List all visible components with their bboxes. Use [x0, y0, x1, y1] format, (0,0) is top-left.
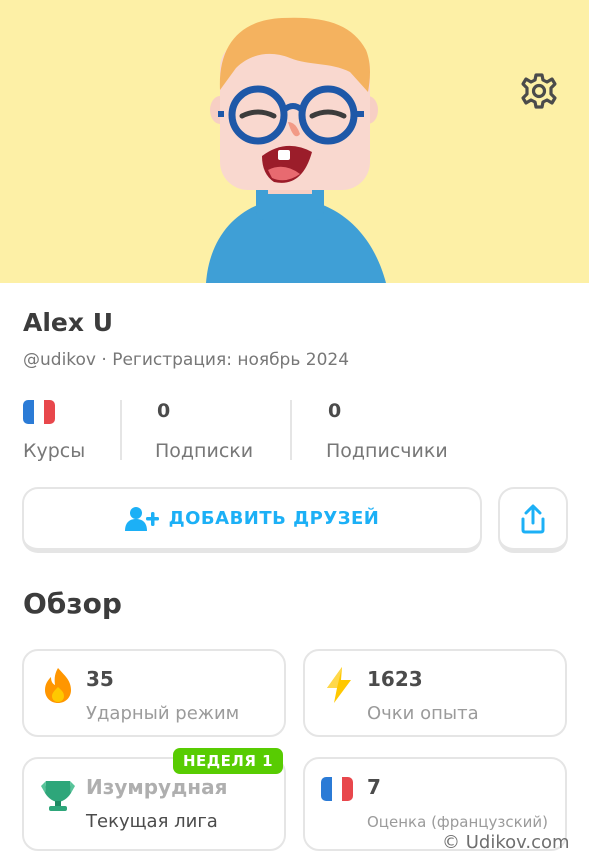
- league-value: Изумрудная: [86, 775, 228, 799]
- stat-following-value: 0: [157, 400, 171, 422]
- add-user-icon: [124, 506, 159, 531]
- add-friends-label: ДОБАВИТЬ ДРУЗЕЙ: [168, 508, 380, 529]
- week-badge: НЕДЕЛЯ 1: [173, 748, 284, 774]
- stat-followers[interactable]: 0 Подписчики: [326, 396, 466, 466]
- share-button[interactable]: [498, 487, 568, 553]
- gear-icon: [521, 73, 557, 109]
- profile-name: Alex U: [23, 308, 114, 337]
- settings-button[interactable]: [516, 68, 562, 114]
- stat-courses[interactable]: Курсы: [23, 396, 113, 466]
- league-label: Текущая лига: [86, 811, 218, 832]
- emerald-trophy-icon: [41, 781, 75, 811]
- stat-followers-value: 0: [328, 400, 342, 422]
- overview-title: Обзор: [23, 587, 122, 620]
- stat-following[interactable]: 0 Подписки: [155, 396, 275, 466]
- profile-subtitle: @udikov · Регистрация: ноябрь 2024: [23, 350, 350, 370]
- watermark: © Udikov.com: [442, 832, 570, 853]
- streak-label: Ударный режим: [86, 703, 240, 724]
- score-label: Оценка (французский): [367, 813, 548, 831]
- stat-followers-label: Подписчики: [326, 440, 448, 462]
- stat-courses-label: Курсы: [23, 440, 86, 462]
- stat-divider: [120, 400, 122, 460]
- profile-banner: [0, 0, 589, 283]
- add-friends-button[interactable]: ДОБАВИТЬ ДРУЗЕЙ: [22, 487, 482, 553]
- fire-icon: [45, 668, 71, 703]
- stat-following-label: Подписки: [155, 440, 254, 462]
- stat-divider: [290, 400, 292, 460]
- avatar: [206, 17, 386, 283]
- share-icon: [521, 504, 545, 533]
- xp-label: Очки опыта: [367, 703, 479, 724]
- lightning-icon: [327, 667, 351, 703]
- french-flag-icon: [23, 400, 55, 424]
- xp-value: 1623: [367, 667, 423, 691]
- french-flag-icon: [321, 777, 353, 801]
- xp-card[interactable]: 1623 Очки опыта: [303, 649, 567, 737]
- stats-row: Курсы 0 Подписки 0 Подписчики: [0, 396, 589, 466]
- streak-value: 35: [86, 667, 114, 691]
- streak-card[interactable]: 35 Ударный режим: [22, 649, 286, 737]
- score-value: 7: [367, 775, 381, 799]
